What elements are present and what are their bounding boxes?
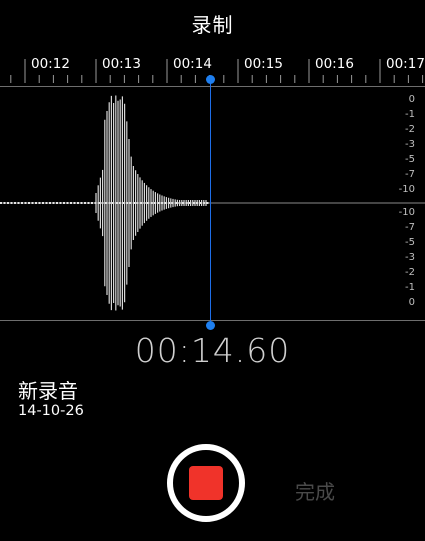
timeline-label: 00:13 — [102, 56, 141, 72]
playhead[interactable] — [210, 80, 211, 326]
playhead-top-handle[interactable] — [206, 75, 215, 84]
db-label: -3 — [405, 139, 415, 150]
db-label: -3 — [405, 252, 415, 263]
db-label: -2 — [405, 124, 415, 135]
timeline-label: 00:14 — [173, 56, 212, 72]
db-label: 0 — [408, 94, 415, 105]
db-label: -1 — [405, 109, 415, 120]
db-label: -7 — [405, 222, 415, 233]
db-label: -5 — [405, 237, 415, 248]
db-label: -1 — [405, 282, 415, 293]
timeline-label: 00:12 — [31, 56, 70, 72]
waveform-area[interactable] — [0, 86, 425, 322]
stop-recording-button[interactable] — [167, 444, 245, 522]
recording-name[interactable]: 新录音 — [18, 375, 78, 404]
stop-icon — [189, 466, 223, 500]
timeline-label: 00:15 — [244, 56, 283, 72]
elapsed-time: 00:14.60 — [134, 331, 291, 370]
db-label: -10 — [398, 207, 415, 218]
db-label: -7 — [405, 169, 415, 180]
page-title: 录制 — [191, 13, 234, 37]
recording-date: 14-10-26 — [18, 403, 84, 419]
db-label: -2 — [405, 267, 415, 278]
playhead-bottom-handle[interactable] — [206, 321, 215, 330]
db-label: -5 — [405, 154, 415, 165]
db-label: 0 — [408, 297, 415, 308]
db-label: -10 — [398, 184, 415, 195]
waveform — [0, 95, 425, 311]
done-button[interactable]: 完成 — [295, 476, 335, 505]
timeline-label: 00:17 — [386, 56, 425, 72]
timeline-label: 00:16 — [315, 56, 354, 72]
